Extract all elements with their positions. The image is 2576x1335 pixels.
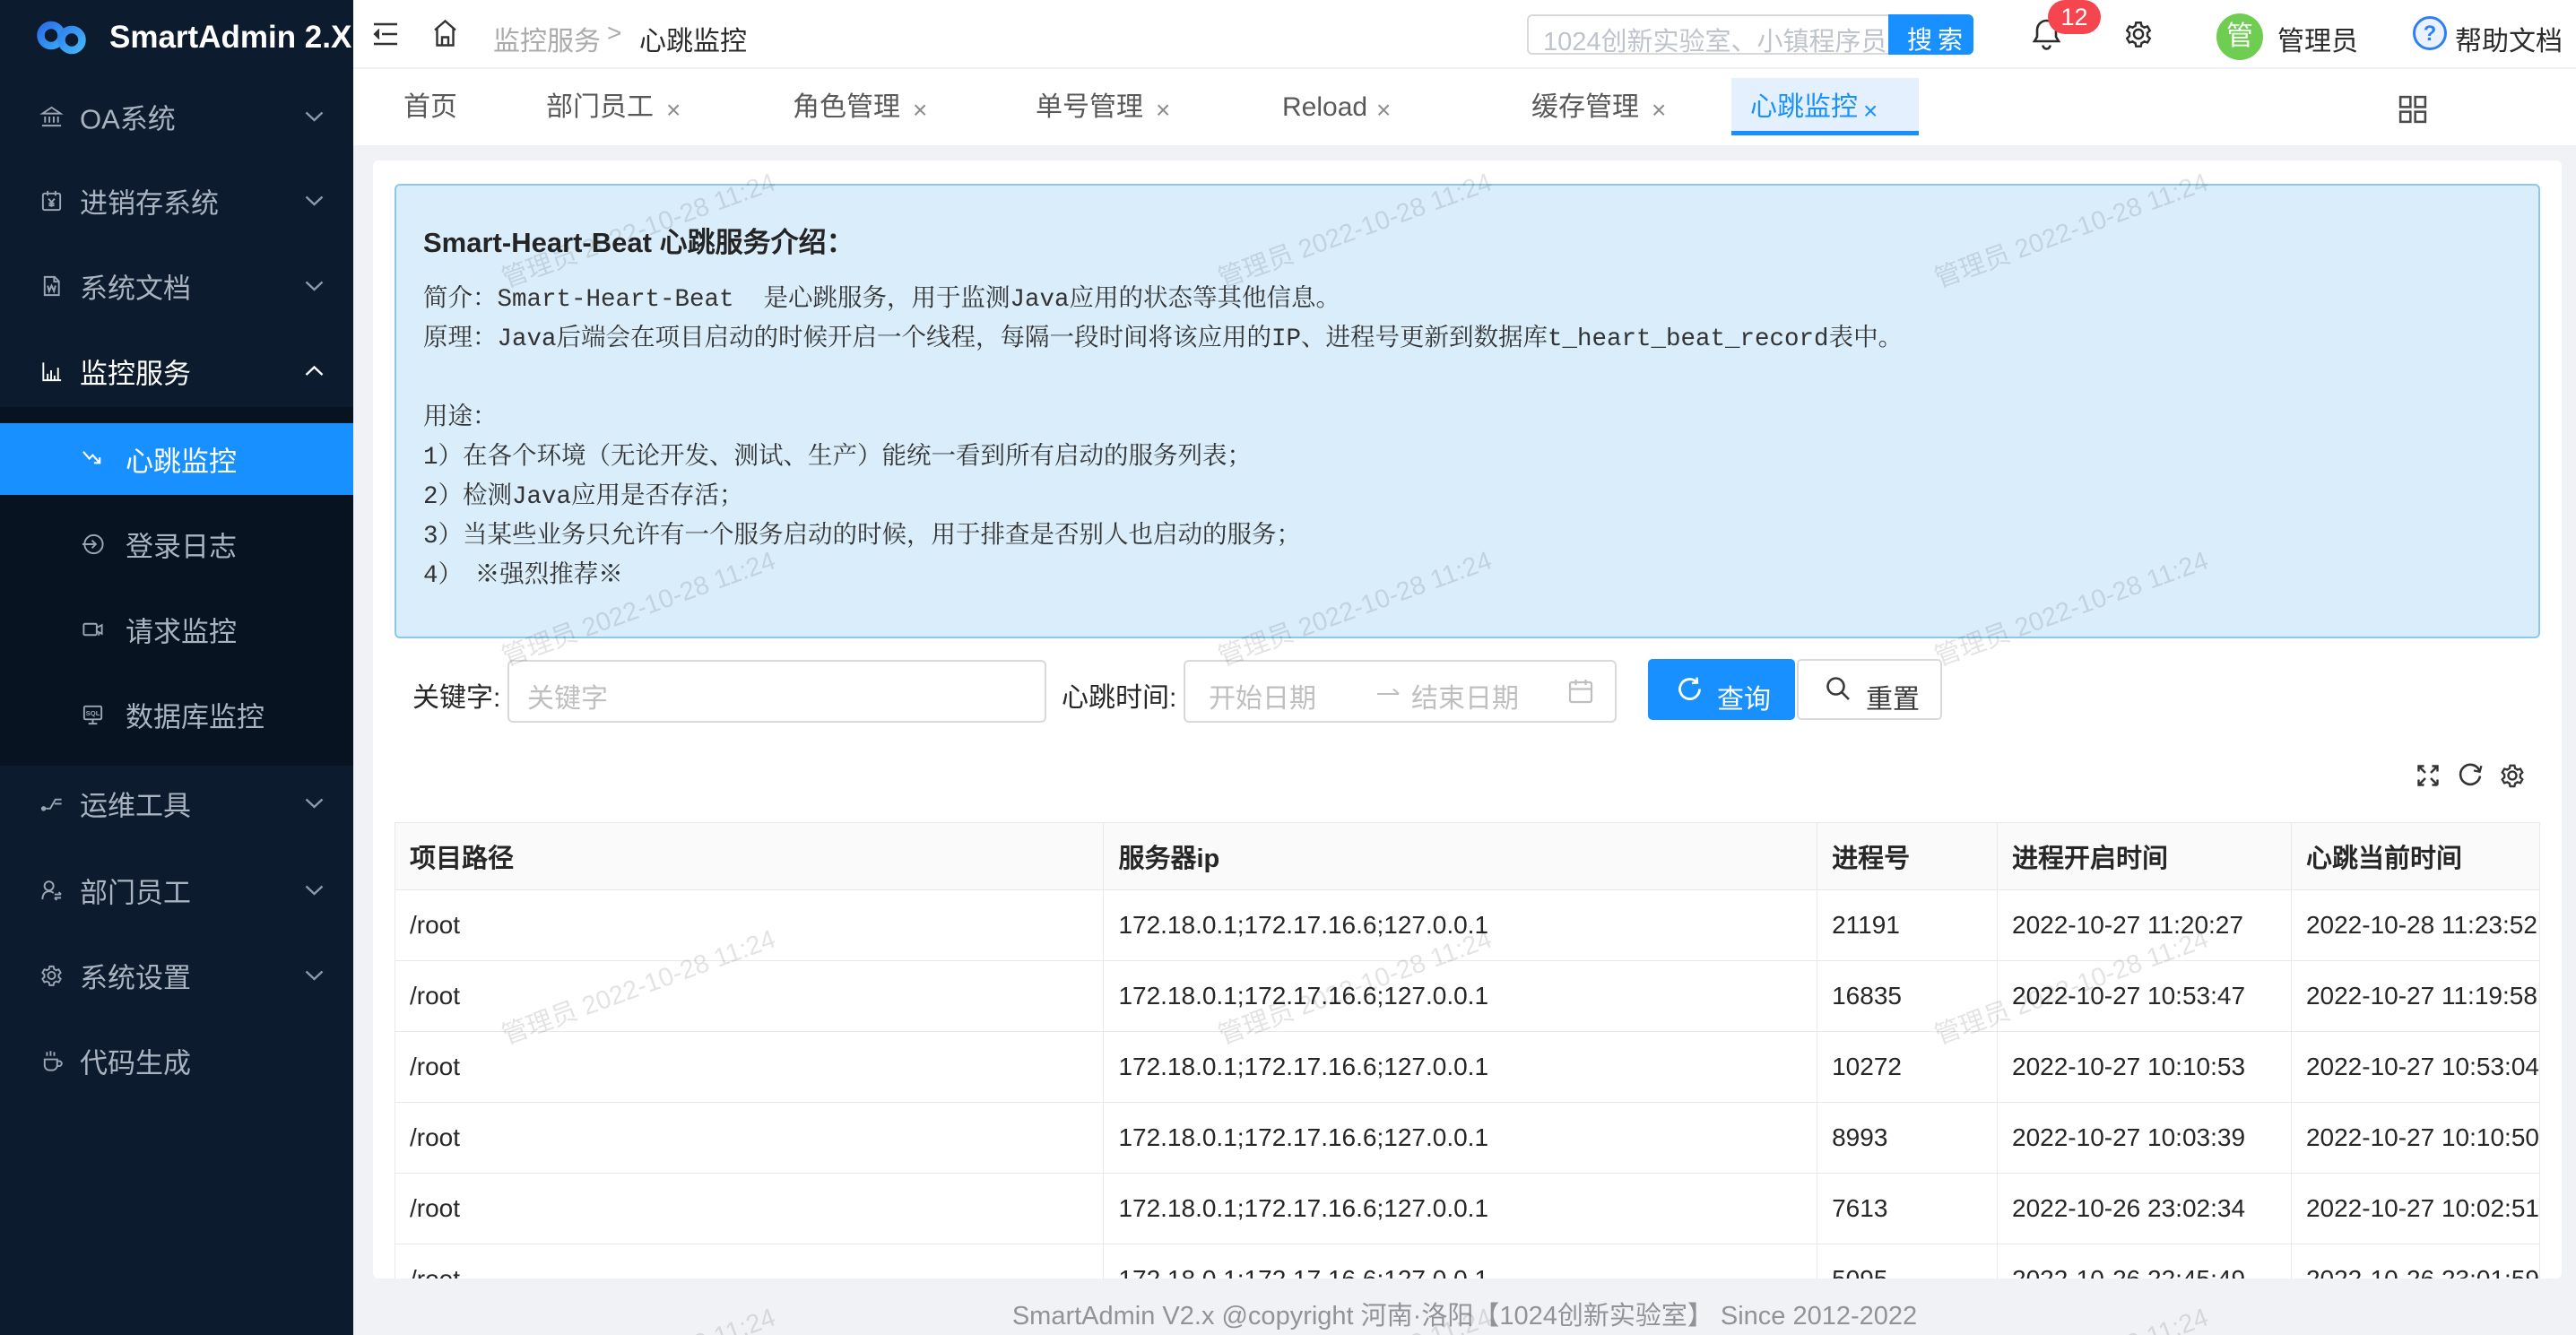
svg-text:SQL: SQL (86, 709, 100, 717)
